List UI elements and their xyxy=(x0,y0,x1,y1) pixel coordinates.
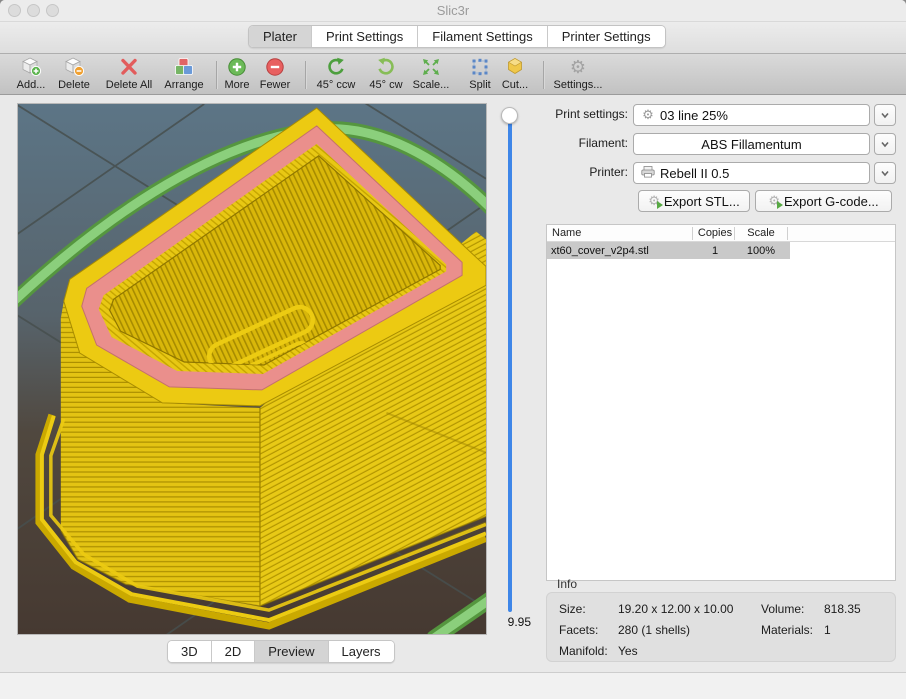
printer-label: Printer: xyxy=(540,165,628,179)
column-header-name[interactable]: Name xyxy=(552,226,581,241)
filament-dropdown-button[interactable] xyxy=(874,133,896,155)
toolbar: Add... Delete Delete All Arrange More xyxy=(0,53,906,95)
rotate-cw-button[interactable]: 45° cw xyxy=(363,56,409,94)
delete-object-icon xyxy=(51,56,97,79)
facets-label: Facets: xyxy=(559,623,598,637)
export-gcode-button[interactable]: ⚙ Export G-code... xyxy=(755,190,892,212)
more-plus-icon xyxy=(217,56,257,79)
add-button[interactable]: Add... xyxy=(9,56,53,94)
rotate-ccw-icon xyxy=(311,56,361,79)
tab-filament-settings[interactable]: Filament Settings xyxy=(418,26,547,47)
chevron-down-icon xyxy=(879,109,891,121)
object-settings-button[interactable]: ⚙ Settings... xyxy=(546,56,610,94)
delete-all-button[interactable]: Delete All xyxy=(97,56,161,94)
objects-table-header: Name Copies Scale xyxy=(547,225,895,242)
viewport-3d[interactable] xyxy=(17,103,487,635)
rotate-ccw-button[interactable]: 45° ccw xyxy=(311,56,361,94)
objects-table[interactable]: Name Copies Scale xt60_cover_v2p4.stl 1 … xyxy=(546,224,896,581)
arrange-cubes-icon xyxy=(156,56,212,79)
row-scale: 100% xyxy=(735,244,787,258)
facets-value: 280 (1 shells) xyxy=(618,623,690,637)
table-row[interactable]: xt60_cover_v2p4.stl 1 100% xyxy=(547,242,790,259)
gear-icon: ⚙ xyxy=(546,56,610,79)
print-settings-combo[interactable]: ⚙ 03 line 25% xyxy=(633,104,870,126)
title-bar: Slic3r xyxy=(0,0,906,22)
tab-printer-settings[interactable]: Printer Settings xyxy=(548,26,665,47)
delete-all-x-icon xyxy=(97,56,161,79)
filament-label: Filament: xyxy=(540,136,628,150)
view-tab-layers[interactable]: Layers xyxy=(329,641,394,662)
size-label: Size: xyxy=(559,602,586,616)
slic3r-window: Slic3r Plater Print Settings Filament Se… xyxy=(0,0,906,699)
delete-button[interactable]: Delete xyxy=(51,56,97,94)
window-bottom-strip xyxy=(0,672,906,699)
column-header-copies[interactable]: Copies xyxy=(695,226,735,241)
cut-button[interactable]: Cut... xyxy=(495,56,535,94)
view-tab-2d[interactable]: 2D xyxy=(212,641,256,662)
manifold-label: Manifold: xyxy=(559,644,608,658)
chevron-down-icon xyxy=(879,138,891,150)
toolbar-separator xyxy=(305,61,306,89)
export-stl-button[interactable]: ⚙ Export STL... xyxy=(638,190,750,212)
layer-slider-track[interactable] xyxy=(508,117,512,612)
layer-slider: 9.95 xyxy=(487,103,546,635)
cut-box-icon xyxy=(495,56,535,79)
split-button[interactable]: Split xyxy=(462,56,498,94)
view-tabs: 3D 2D Preview Layers xyxy=(167,640,395,663)
column-header-scale[interactable]: Scale xyxy=(735,226,787,241)
tab-plater[interactable]: Plater xyxy=(249,26,312,47)
sliced-model-preview xyxy=(18,104,486,634)
materials-label: Materials: xyxy=(761,623,813,637)
layer-slider-value: 9.95 xyxy=(487,615,531,629)
scale-button[interactable]: Scale... xyxy=(406,56,456,94)
row-copies: 1 xyxy=(695,244,735,258)
add-object-icon xyxy=(9,56,53,79)
gear-icon: ⚙ xyxy=(640,107,656,123)
size-value: 19.20 x 12.00 x 10.00 xyxy=(618,602,733,616)
export-gear-icon: ⚙ xyxy=(648,194,660,208)
main-tab-strip: Plater Print Settings Filament Settings … xyxy=(0,22,906,53)
print-settings-dropdown-button[interactable] xyxy=(874,104,896,126)
materials-value: 1 xyxy=(824,623,831,637)
arrange-button[interactable]: Arrange xyxy=(156,56,212,94)
view-tab-3d[interactable]: 3D xyxy=(168,641,212,662)
layer-slider-handle[interactable] xyxy=(501,107,518,124)
export-gear-icon: ⚙ xyxy=(768,194,780,208)
tab-print-settings[interactable]: Print Settings xyxy=(312,26,418,47)
toolbar-separator xyxy=(543,61,544,89)
manifold-value: Yes xyxy=(618,644,638,658)
volume-label: Volume: xyxy=(761,602,804,616)
printer-icon xyxy=(640,166,656,181)
print-settings-label: Print settings: xyxy=(540,107,628,121)
info-panel: Size: 19.20 x 12.00 x 10.00 Volume: 818.… xyxy=(546,592,896,662)
main-content: 9.95 3D 2D Preview Layers Print settings… xyxy=(0,95,906,672)
fewer-minus-icon xyxy=(253,56,297,79)
chevron-down-icon xyxy=(879,167,891,179)
fewer-copies-button[interactable]: Fewer xyxy=(253,56,297,94)
filament-combo[interactable]: ABS Fillamentum xyxy=(633,133,870,155)
row-name: xt60_cover_v2p4.stl xyxy=(551,244,649,258)
view-tab-preview[interactable]: Preview xyxy=(255,641,328,662)
split-dots-icon xyxy=(462,56,498,79)
printer-combo[interactable]: Rebell II 0.5 xyxy=(633,162,870,184)
info-panel-title: Info xyxy=(557,577,577,591)
printer-dropdown-button[interactable] xyxy=(874,162,896,184)
window-title: Slic3r xyxy=(0,3,906,18)
rotate-cw-icon xyxy=(363,56,409,79)
scale-arrows-icon xyxy=(406,56,456,79)
main-tabs: Plater Print Settings Filament Settings … xyxy=(248,25,666,48)
more-copies-button[interactable]: More xyxy=(217,56,257,94)
volume-value: 818.35 xyxy=(824,602,861,616)
